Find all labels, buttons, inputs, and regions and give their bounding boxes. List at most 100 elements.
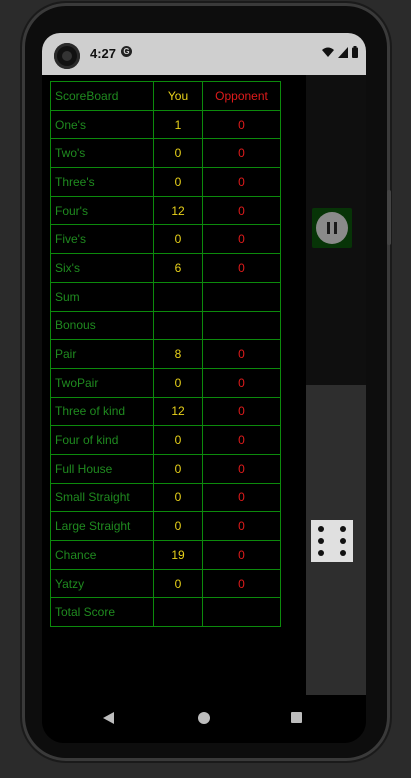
power-button <box>387 190 391 245</box>
score-row: Four's 12 0 <box>50 195 281 226</box>
score-category-label: Full House <box>50 453 154 484</box>
recents-icon[interactable] <box>291 712 302 723</box>
score-category-label: One's <box>50 109 154 140</box>
score-category-label: Six's <box>50 253 154 283</box>
score-category-label: Large Straight <box>50 511 154 541</box>
score-category-label: Pair <box>50 339 154 369</box>
home-icon[interactable] <box>198 712 210 724</box>
status-time: 4:27 <box>90 46 117 61</box>
score-row: Sum <box>50 281 281 312</box>
score-category-label: Four of kind <box>50 425 154 455</box>
opponent-score-cell: 0 <box>202 339 281 369</box>
score-category-label: Bonous <box>50 310 154 341</box>
your-score-cell[interactable]: 12 <box>153 195 203 226</box>
score-row: TwoPair 0 0 <box>50 367 281 398</box>
score-row: Three of kind 12 0 <box>50 396 281 427</box>
opponent-score-cell: 0 <box>202 195 281 226</box>
opponent-score-cell: 0 <box>202 540 281 570</box>
your-score-cell[interactable]: 19 <box>153 540 203 570</box>
your-score-cell[interactable]: 6 <box>153 253 203 283</box>
score-row: Full House 0 0 <box>50 453 281 484</box>
your-score-cell[interactable]: 0 <box>153 482 203 513</box>
yatzy-app: ScoreBoard You Opponent One's 1 0 Two's 0 0 Th… <box>42 75 366 695</box>
scoreboard-header-row: ScoreBoard You Opponent <box>50 81 281 111</box>
die-pip <box>340 538 346 544</box>
your-score-cell[interactable]: 8 <box>153 339 203 369</box>
your-score-cell[interactable] <box>153 281 203 312</box>
opponent-score-cell: 0 <box>202 167 281 197</box>
your-score-cell[interactable]: 0 <box>153 453 203 484</box>
score-category-label: Total Score <box>50 597 154 628</box>
back-icon[interactable] <box>103 712 114 724</box>
score-row: One's 1 0 <box>50 109 281 140</box>
opponent-score-cell: 0 <box>202 482 281 513</box>
opponent-score-cell <box>202 281 281 312</box>
score-row: Three's 0 0 <box>50 167 281 197</box>
your-score-cell[interactable]: 0 <box>153 511 203 541</box>
opponent-score-cell <box>202 310 281 341</box>
your-score-cell[interactable]: 0 <box>153 425 203 455</box>
opponent-score-cell: 0 <box>202 109 281 140</box>
your-score-cell[interactable] <box>153 597 203 628</box>
score-category-label: Yatzy <box>50 568 154 599</box>
opponent-column-header: Opponent <box>202 81 281 111</box>
score-row: Chance 19 0 <box>50 540 281 570</box>
score-row: Five's 0 0 <box>50 224 281 255</box>
pause-button[interactable] <box>312 208 352 248</box>
score-category-label: Three of kind <box>50 396 154 427</box>
your-score-cell[interactable]: 0 <box>153 568 203 599</box>
your-score-cell[interactable]: 0 <box>153 167 203 197</box>
navigation-bar <box>42 695 366 743</box>
die-pip <box>318 526 324 532</box>
app-notification-icon: G <box>121 46 132 57</box>
score-row: Two's 0 0 <box>50 138 281 169</box>
opponent-score-cell: 0 <box>202 425 281 455</box>
your-score-cell[interactable]: 0 <box>153 224 203 255</box>
your-score-cell[interactable]: 1 <box>153 109 203 140</box>
your-score-cell[interactable]: 0 <box>153 138 203 169</box>
die-pip <box>318 550 324 556</box>
your-score-cell[interactable] <box>153 310 203 341</box>
score-row: Pair 8 0 <box>50 339 281 369</box>
opponent-score-cell <box>202 597 281 628</box>
cellular-signal-icon <box>338 46 348 58</box>
score-row: Bonous <box>50 310 281 341</box>
your-score-cell[interactable]: 0 <box>153 367 203 398</box>
score-row: Yatzy 0 0 <box>50 568 281 599</box>
score-category-label: Two's <box>50 138 154 169</box>
battery-icon <box>352 46 358 58</box>
phone-screen: 4:27 G ScoreBoard You Opponent One's 1 0… <box>42 33 366 743</box>
front-camera <box>54 43 80 69</box>
scoreboard-title: ScoreBoard <box>50 81 154 111</box>
die-pip <box>340 526 346 532</box>
score-category-label: Sum <box>50 281 154 312</box>
you-column-header: You <box>153 81 203 111</box>
opponent-score-cell: 0 <box>202 568 281 599</box>
score-category-label: Three's <box>50 167 154 197</box>
score-category-label: Small Straight <box>50 482 154 513</box>
wifi-icon <box>322 47 334 57</box>
score-row: Total Score <box>50 597 281 628</box>
opponent-score-cell: 0 <box>202 138 281 169</box>
score-row: Large Straight 0 0 <box>50 511 281 541</box>
status-bar: 4:27 G <box>42 33 366 75</box>
opponent-score-cell: 0 <box>202 396 281 427</box>
score-row: Four of kind 0 0 <box>50 425 281 455</box>
die-pip <box>340 550 346 556</box>
opponent-score-cell: 0 <box>202 224 281 255</box>
opponent-score-cell: 0 <box>202 367 281 398</box>
score-category-label: TwoPair <box>50 367 154 398</box>
opponent-score-cell: 0 <box>202 453 281 484</box>
score-category-label: Four's <box>50 195 154 226</box>
score-category-label: Five's <box>50 224 154 255</box>
score-category-label: Chance <box>50 540 154 570</box>
pause-icon <box>316 212 348 244</box>
die[interactable] <box>311 520 353 562</box>
opponent-score-cell: 0 <box>202 511 281 541</box>
die-pip <box>318 538 324 544</box>
system-icons <box>322 45 358 59</box>
your-score-cell[interactable]: 12 <box>153 396 203 427</box>
scoreboard-table: ScoreBoard You Opponent One's 1 0 Two's 0 0 Th… <box>50 81 281 628</box>
score-row: Small Straight 0 0 <box>50 482 281 513</box>
opponent-score-cell: 0 <box>202 253 281 283</box>
